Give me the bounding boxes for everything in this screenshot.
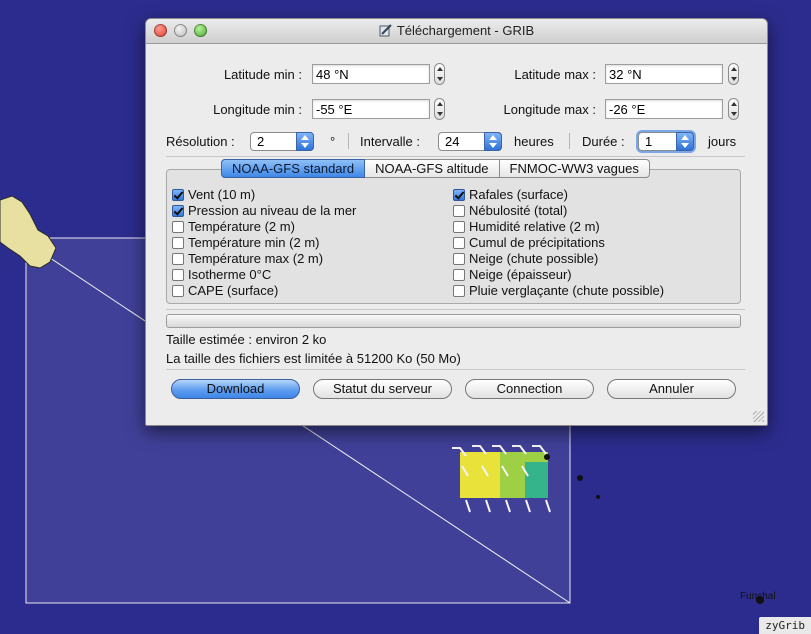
- checkbox-box[interactable]: [172, 205, 184, 217]
- grib-data-warm: [460, 452, 500, 498]
- landmass-newfoundland: [0, 195, 57, 269]
- checkbox-box[interactable]: [453, 285, 465, 297]
- chevron-updown-icon: [296, 132, 314, 151]
- checkbox-box[interactable]: [172, 285, 184, 297]
- chevron-updown-icon: [676, 132, 694, 151]
- resolution-label: Résolution :: [166, 134, 235, 149]
- download-app-icon: [379, 24, 392, 37]
- checkbox-temperature-min[interactable]: Température min (2 m): [172, 235, 319, 251]
- lon-max-label: Longitude max :: [503, 102, 596, 117]
- island: [577, 475, 583, 481]
- checkbox-freezing-rain[interactable]: Pluie verglaçante (chute possible): [453, 283, 664, 299]
- download-button[interactable]: Download: [171, 379, 300, 399]
- checkbox-box[interactable]: [172, 237, 184, 249]
- connection-button[interactable]: Connection: [465, 379, 594, 399]
- interval-select[interactable]: 24: [438, 132, 502, 151]
- app-watermark: zyGrib: [759, 617, 811, 634]
- checkbox-box[interactable]: [453, 269, 465, 281]
- interval-unit: heures: [514, 134, 554, 149]
- lat-min-field[interactable]: 48 °N: [312, 64, 430, 84]
- checkbox-cape[interactable]: CAPE (surface): [172, 283, 278, 299]
- checkbox-temperature[interactable]: Température (2 m): [172, 219, 295, 235]
- checkbox-box[interactable]: [453, 205, 465, 217]
- checkbox-temperature-max[interactable]: Température max (2 m): [172, 251, 323, 267]
- checkbox-box[interactable]: [453, 189, 465, 201]
- checkbox-isotherm[interactable]: Isotherme 0°C: [172, 267, 271, 283]
- duration-unit: jours: [708, 134, 737, 149]
- size-limit-text: La taille des fichiers est limitée à 512…: [166, 351, 461, 366]
- checkbox-box[interactable]: [453, 237, 465, 249]
- lon-min-stepper[interactable]: [434, 98, 445, 120]
- interval-label: Intervalle :: [360, 134, 420, 149]
- lat-min-stepper[interactable]: [434, 63, 445, 85]
- lat-max-stepper[interactable]: [728, 63, 739, 85]
- checkbox-precipitation[interactable]: Cumul de précipitations: [453, 235, 605, 251]
- grib-data-cool: [525, 462, 548, 498]
- server-status-button[interactable]: Statut du serveur: [313, 379, 452, 399]
- lat-max-field[interactable]: 32 °N: [605, 64, 723, 84]
- lat-max-label: Latitude max :: [514, 67, 596, 82]
- cancel-button[interactable]: Annuler: [607, 379, 736, 399]
- checkbox-box[interactable]: [172, 221, 184, 233]
- resize-grip[interactable]: [753, 411, 764, 422]
- checkbox-box[interactable]: [172, 269, 184, 281]
- lon-max-stepper[interactable]: [728, 98, 739, 120]
- download-progress-bar: [166, 314, 741, 328]
- grib-download-dialog: Téléchargement - GRIB Latitude min : 48 …: [145, 18, 768, 426]
- checkbox-box[interactable]: [453, 221, 465, 233]
- checkbox-snow-fall[interactable]: Neige (chute possible): [453, 251, 598, 267]
- checkbox-pressure[interactable]: Pression au niveau de la mer: [172, 203, 356, 219]
- lon-max-field[interactable]: -26 °E: [605, 99, 723, 119]
- checkbox-cloud-cover[interactable]: Nébulosité (total): [453, 203, 567, 219]
- tab-noaa-gfs-altitude[interactable]: NOAA-GFS altitude: [365, 159, 500, 178]
- window-title: Téléchargement - GRIB: [396, 23, 535, 38]
- island: [544, 454, 550, 460]
- checkbox-wind[interactable]: Vent (10 m): [172, 187, 255, 203]
- chevron-updown-icon: [484, 132, 502, 151]
- duration-select[interactable]: 1: [638, 132, 694, 151]
- tab-fnmoc-ww3-waves[interactable]: FNMOC-WW3 vagues: [499, 159, 650, 178]
- checkbox-snow-depth[interactable]: Neige (épaisseur): [453, 267, 572, 283]
- duration-label: Durée :: [582, 134, 625, 149]
- resolution-unit: °: [330, 134, 336, 149]
- estimated-size-text: Taille estimée : environ 2 ko: [166, 332, 327, 347]
- checkbox-box[interactable]: [172, 253, 184, 265]
- resolution-select[interactable]: 2: [250, 132, 314, 151]
- tab-noaa-gfs-standard[interactable]: NOAA-GFS standard: [221, 159, 366, 178]
- title-bar[interactable]: Téléchargement - GRIB: [146, 19, 767, 44]
- source-tabs: NOAA-GFS standard NOAA-GFS altitude FNMO…: [221, 159, 650, 178]
- checkbox-box[interactable]: [453, 253, 465, 265]
- lat-min-label: Latitude min :: [223, 67, 302, 82]
- lon-min-field[interactable]: -55 °E: [312, 99, 430, 119]
- checkbox-gusts[interactable]: Rafales (surface): [453, 187, 568, 203]
- city-label-funchal: Funchal: [740, 591, 776, 602]
- island: [596, 495, 600, 499]
- checkbox-box[interactable]: [172, 189, 184, 201]
- lon-min-label: Longitude min :: [213, 102, 302, 117]
- checkbox-humidity[interactable]: Humidité relative (2 m): [453, 219, 600, 235]
